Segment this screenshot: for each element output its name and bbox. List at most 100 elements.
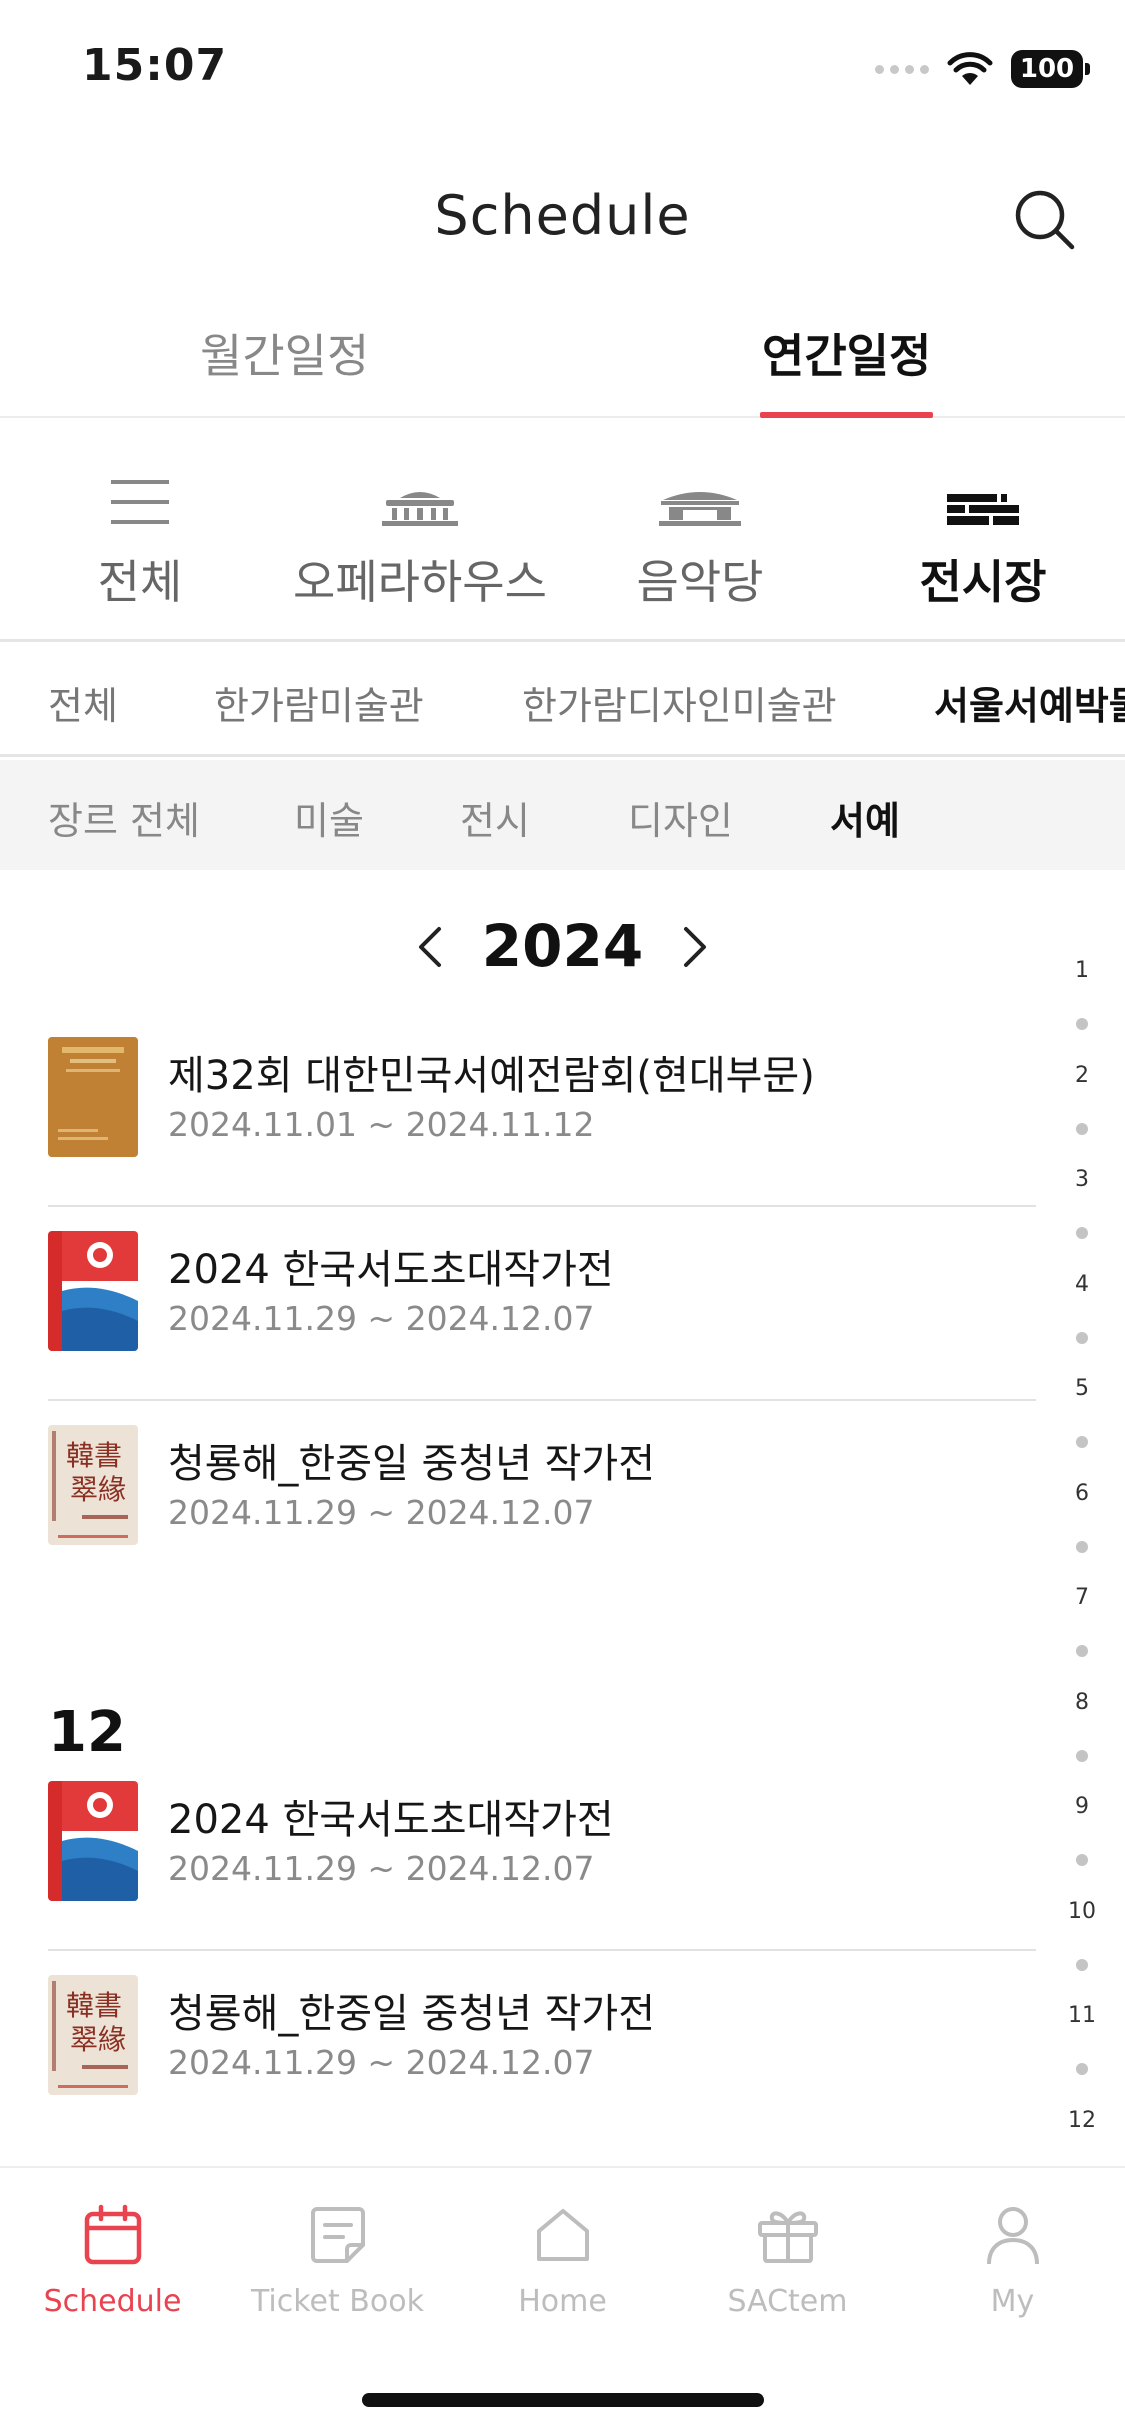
status-time: 15:07 — [82, 40, 228, 91]
concert-hall-icon — [659, 492, 741, 526]
event-date: 2024.11.01 ~ 2024.11.12 — [168, 1105, 595, 1144]
genre-tabs: 장르 전체 미술 전시 디자인 서예 — [0, 760, 1125, 870]
month-index-number[interactable]: 5 — [1057, 1376, 1107, 1401]
event-date: 2024.11.29 ~ 2024.12.07 — [168, 1493, 595, 1532]
venue-label: 음악당 — [636, 555, 764, 609]
month-index-number[interactable]: 7 — [1057, 1585, 1107, 1610]
wifi-icon — [947, 52, 993, 85]
month-index-number[interactable]: 9 — [1057, 1794, 1107, 1819]
sub-venue-tabs[interactable]: 전체 한가람미술관 한가람디자인미술관 서울서예박물관 — [0, 645, 1125, 757]
status-bar: 15:07 100 — [0, 0, 1125, 140]
month-index-dot — [1076, 1331, 1088, 1344]
month-index-dot — [1076, 2063, 1088, 2075]
nav-my[interactable]: My — [900, 2198, 1125, 2319]
event-item[interactable]: 2024 한국서도초대작가전 2024.11.29 ~ 2024.12.07 — [48, 1207, 1036, 1401]
month-index-number[interactable]: 1 — [1057, 958, 1107, 983]
svg-text:韓書: 韓書 — [66, 1439, 122, 1472]
event-title: 청룡해_한중일 중청년 작가전 — [168, 1441, 656, 1487]
venue-label: 오페라하우스 — [293, 555, 547, 609]
event-item[interactable]: 韓書 翠緣 청룡해_한중일 중청년 작가전 2024.11.29 ~ 2024.… — [48, 1951, 1036, 2145]
chevron-right-icon — [684, 927, 706, 967]
exhibition-hall-icon — [947, 494, 1019, 525]
nav-label: SACtem — [727, 2284, 848, 2319]
svg-text:翠緣: 翠緣 — [70, 2023, 126, 2056]
nav-label: My — [990, 2284, 1035, 2319]
status-indicators: 100 — [875, 44, 1090, 94]
svg-text:翠緣: 翠緣 — [70, 1473, 126, 1506]
user-icon — [986, 2207, 1039, 2265]
nav-schedule[interactable]: Schedule — [0, 2198, 225, 2319]
gift-icon — [757, 2211, 818, 2263]
venue-concert-hall[interactable]: 음악당 — [600, 468, 800, 612]
month-index-number[interactable]: 3 — [1057, 1167, 1107, 1192]
event-item[interactable]: 2024 한국서도초대작가전 2024.11.29 ~ 2024.12.07 — [48, 1757, 1036, 1951]
search-button[interactable] — [1005, 180, 1085, 260]
event-poster: 韓書 翠緣 — [48, 1425, 138, 1545]
genre-exhibition[interactable]: 전시 — [460, 790, 530, 845]
month-index-number[interactable]: 6 — [1057, 1481, 1107, 1506]
month-index-dot — [1076, 1645, 1088, 1657]
next-year-button[interactable] — [670, 922, 720, 972]
genre-all[interactable]: 장르 전체 — [48, 790, 200, 845]
event-item[interactable]: 韓書 翠緣 청룡해_한중일 중청년 작가전 2024.11.29 ~ 2024.… — [48, 1401, 1036, 1595]
event-poster — [48, 1231, 138, 1351]
cellular-signal-icon — [875, 64, 929, 74]
event-title: 청룡해_한중일 중청년 작가전 — [168, 1991, 656, 2037]
event-date: 2024.11.29 ~ 2024.12.07 — [168, 2043, 595, 2082]
home-icon — [536, 2209, 589, 2261]
nav-label: Ticket Book — [251, 2284, 424, 2319]
venue-opera-house[interactable]: 오페라하우스 — [290, 468, 550, 612]
month-index-number[interactable]: 10 — [1057, 1899, 1107, 1924]
subvenue-seoul-calligraphy-museum[interactable]: 서울서예박물관 — [934, 675, 1125, 730]
tab-annual-schedule[interactable]: 연간일정 — [759, 320, 934, 418]
genre-calligraphy[interactable]: 서예 — [830, 790, 900, 845]
ticket-book-icon — [310, 2207, 365, 2263]
event-date: 2024.11.29 ~ 2024.12.07 — [168, 1299, 595, 1338]
event-title: 2024 한국서도초대작가전 — [168, 1247, 614, 1293]
nav-ticket-book[interactable]: Ticket Book — [225, 2198, 450, 2319]
opera-house-icon — [382, 492, 458, 526]
venue-label: 전체 — [97, 555, 183, 609]
month-index-number[interactable]: 11 — [1057, 2003, 1107, 2028]
venue-label: 전시장 — [919, 555, 1047, 609]
month-index-number[interactable]: 8 — [1057, 1690, 1107, 1715]
nav-sactem[interactable]: SACtem — [675, 2198, 900, 2319]
event-item[interactable]: 제32회 대한민국서예전람회(현대부문) 2024.11.01 ~ 2024.1… — [48, 1013, 1036, 1207]
event-date: 2024.11.29 ~ 2024.12.07 — [168, 1849, 595, 1888]
venue-filter: 전체 오페라하우스 음악당 전시장 — [0, 418, 1125, 642]
month-index-dot — [1076, 1227, 1088, 1239]
event-poster: 韓書 翠緣 — [48, 1975, 138, 2095]
event-title: 2024 한국서도초대작가전 — [168, 1797, 614, 1843]
nav-home[interactable]: Home — [450, 2198, 675, 2319]
subvenue-hangaram-design-museum[interactable]: 한가람디자인미술관 — [522, 675, 837, 730]
home-indicator[interactable] — [362, 2393, 764, 2407]
venue-exhibition-hall[interactable]: 전시장 — [883, 468, 1083, 612]
event-title: 제32회 대한민국서예전람회(현대부문) — [168, 1053, 815, 1099]
search-icon — [1015, 190, 1075, 250]
event-poster — [48, 1781, 138, 1901]
nav-label: Schedule — [43, 2284, 182, 2319]
menu-icon — [111, 480, 169, 524]
genre-art[interactable]: 미술 — [294, 790, 364, 845]
month-index-dot — [1076, 1958, 1088, 1971]
subvenue-all[interactable]: 전체 — [48, 675, 118, 730]
year-navigator: 2024 — [0, 900, 1040, 1000]
month-index-dot — [1076, 1854, 1088, 1866]
calendar-icon — [84, 2204, 141, 2265]
month-index-number[interactable]: 2 — [1057, 1063, 1107, 1088]
subvenue-hangaram-art-museum[interactable]: 한가람미술관 — [214, 675, 424, 730]
month-index-dot — [1076, 1436, 1088, 1448]
battery-icon: 100 — [1011, 50, 1090, 88]
nav-label: Home — [518, 2284, 607, 2319]
month-header: 12 — [48, 1700, 126, 1765]
month-index-number[interactable]: 4 — [1057, 1272, 1107, 1297]
tab-monthly-schedule[interactable]: 월간일정 — [200, 320, 369, 418]
month-index-dot — [1076, 1749, 1088, 1762]
genre-design[interactable]: 디자인 — [628, 790, 733, 845]
venue-all[interactable]: 전체 — [40, 468, 240, 612]
month-index-dot — [1076, 1122, 1088, 1135]
app-header: Schedule — [0, 160, 1125, 270]
month-index-number[interactable]: 12 — [1057, 2108, 1107, 2133]
schedule-tabs: 월간일정 연간일정 — [0, 300, 1125, 418]
event-poster — [48, 1037, 138, 1157]
